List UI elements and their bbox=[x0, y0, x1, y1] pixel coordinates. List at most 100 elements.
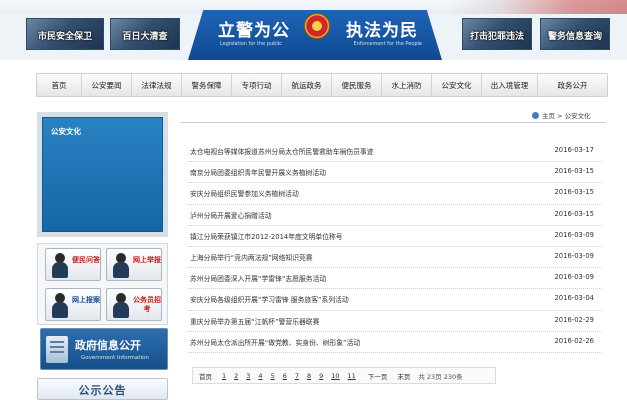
news-date: 2016-03-17 bbox=[554, 146, 594, 154]
pagination-last-link[interactable]: 末页 bbox=[397, 371, 410, 381]
pagination-page-link[interactable]: 9 bbox=[319, 372, 323, 380]
breadcrumb-home[interactable]: 主页 bbox=[542, 112, 555, 120]
nav-item-special-actions[interactable]: 专项行动 bbox=[231, 74, 281, 96]
list-item: 南京分局团委组织青年民警开展义务植树活动 2016-03-15 bbox=[188, 162, 602, 184]
pagination-page-link[interactable]: 7 bbox=[295, 372, 299, 380]
banner-slogan-panel: 立警为公 Legislation for the public 执法为民 Enf… bbox=[188, 10, 442, 60]
news-title-link[interactable]: 镇江分局荣获镇江市2012-2014年度文明单位称号 bbox=[190, 231, 343, 241]
police-figure-icon bbox=[51, 293, 69, 318]
banner-photo-left-1[interactable]: 市民安全保卫 bbox=[26, 18, 104, 50]
police-figure-icon bbox=[112, 253, 130, 278]
police-figure-icon bbox=[51, 253, 69, 278]
document-icon bbox=[46, 336, 68, 363]
nav-item-public-service[interactable]: 便民服务 bbox=[331, 74, 381, 96]
nav-item-laws[interactable]: 法律法规 bbox=[131, 74, 181, 96]
service-label: 便民问答 bbox=[72, 256, 100, 264]
pagination-page-link[interactable]: 4 bbox=[258, 372, 262, 380]
news-title-link[interactable]: 安庆分局各级组织开展“学习雷锋 服务旅客”系列活动 bbox=[190, 294, 349, 304]
pagination-next-link[interactable]: 下一页 bbox=[368, 371, 388, 381]
list-item: 安庆分局组织民警参加义务植树活动 2016-03-15 bbox=[188, 183, 602, 205]
public-notice-header[interactable]: 公示公告 bbox=[37, 378, 168, 400]
slogan-right: 执法为民 bbox=[346, 21, 418, 41]
public-notice-title: 公示公告 bbox=[78, 384, 127, 397]
sidebar-section: 公安文化 bbox=[37, 112, 168, 237]
banner-photo-right-2[interactable]: 警务信息查询 bbox=[540, 18, 610, 50]
news-date: 2016-03-09 bbox=[554, 251, 594, 260]
slogan-left: 立警为公 bbox=[218, 21, 290, 41]
service-recruitment-button[interactable]: 公务员招考 bbox=[106, 288, 162, 321]
banner-photo-caption: 百日大清查 bbox=[122, 32, 168, 42]
pagination-page-link[interactable]: 11 bbox=[348, 372, 356, 380]
news-date: 2016-03-09 bbox=[554, 230, 594, 239]
banner-photo-left-2[interactable]: 百日大清查 bbox=[110, 18, 180, 50]
service-panel: 便民问答 网上举报 网上报案 公务员招考 bbox=[37, 243, 168, 325]
pagination-page-link[interactable]: 5 bbox=[271, 372, 275, 380]
service-label: 网上举报 bbox=[133, 256, 161, 264]
news-list: 太仓电视台等媒体报道苏州分局太仓所民警救助车祸伤员事迹 2016-03-17 南京… bbox=[188, 141, 602, 353]
news-title-link[interactable]: 重庆分局举办第五届“江帆杯”警营乐器联赛 bbox=[190, 316, 319, 326]
banner-photo-caption: 警务信息查询 bbox=[547, 32, 602, 42]
news-title-link[interactable]: 安庆分局组织民警参加义务植树活动 bbox=[190, 188, 299, 198]
gov-info-disclosure-button[interactable]: 政府信息公开 Government Information bbox=[40, 328, 168, 370]
flag-decoration bbox=[447, 0, 627, 14]
list-item: 上海分局举行“竞内两法规”网络知识竞赛 2016-03-09 bbox=[188, 247, 602, 269]
nav-item-water-fire[interactable]: 水上消防 bbox=[381, 74, 431, 96]
list-item: 泸州分局开展爱心捐赠活动 2016-03-15 bbox=[188, 205, 602, 226]
slogan-left-english: Legislation for the public bbox=[220, 41, 282, 47]
pagination-first-link[interactable]: 首页 bbox=[199, 371, 212, 381]
news-date: 2016-02-29 bbox=[554, 315, 594, 324]
news-date: 2016-03-15 bbox=[554, 209, 594, 218]
breadcrumb-current[interactable]: 公安文化 bbox=[565, 112, 591, 120]
pagination-page-link[interactable]: 10 bbox=[331, 372, 339, 380]
banner-photo-caption: 市民安全保卫 bbox=[37, 32, 92, 42]
slogan-right-english: Enforcement for the People bbox=[353, 41, 422, 47]
main-nav: 首页 公安要闻 法律法规 警务保障 专项行动 航运政务 便民服务 水上消防 公安… bbox=[36, 73, 608, 97]
breadcrumb: 主页 > 公安文化 bbox=[532, 110, 591, 120]
nav-item-home[interactable]: 首页 bbox=[37, 74, 81, 96]
sidebar-section-title[interactable]: 公安文化 bbox=[51, 126, 81, 137]
nav-item-immigration[interactable]: 出入境管理 bbox=[481, 74, 537, 96]
pagination-page-link[interactable]: 3 bbox=[246, 372, 250, 380]
pagination: 首页 1 2 3 4 5 6 7 8 9 10 11 下一页 末页 共 23页 … bbox=[192, 367, 496, 384]
service-label: 网上报案 bbox=[72, 296, 100, 304]
news-title-link[interactable]: 泸州分局开展爱心捐赠活动 bbox=[190, 210, 272, 220]
nav-item-gov-disclosure[interactable]: 政务公开 bbox=[537, 74, 607, 96]
content-divider bbox=[180, 122, 606, 123]
news-title-link[interactable]: 南京分局团委组织青年民警开展义务植树活动 bbox=[190, 167, 326, 177]
banner-photo-right-1[interactable]: 打击犯罪违法 bbox=[462, 18, 532, 50]
news-date: 2016-02-26 bbox=[554, 336, 594, 345]
news-title-link[interactable]: 苏州分局太仓派出所开展“做党教、实身份、树形象”活动 bbox=[190, 337, 360, 347]
news-title-link[interactable]: 太仓电视台等媒体报道苏州分局太仓所民警救助车祸伤员事迹 bbox=[190, 146, 374, 156]
list-item: 苏州分局太仓派出所开展“做党教、实身份、树形象”活动 2016-02-26 bbox=[188, 332, 602, 353]
news-title-link[interactable]: 上海分局举行“竞内两法规”网络知识竞赛 bbox=[190, 252, 313, 262]
nav-item-shipping-affairs[interactable]: 航运政务 bbox=[281, 74, 331, 96]
home-icon bbox=[532, 112, 539, 119]
list-item: 重庆分局举办第五届“江帆杯”警营乐器联赛 2016-02-29 bbox=[188, 311, 602, 332]
nav-item-news[interactable]: 公安要闻 bbox=[81, 74, 131, 96]
pagination-page-link[interactable]: 8 bbox=[307, 372, 311, 380]
nav-item-police-culture[interactable]: 公安文化 bbox=[431, 74, 481, 96]
news-date: 2016-03-15 bbox=[554, 167, 594, 176]
service-report-button[interactable]: 网上举报 bbox=[106, 248, 162, 281]
nav-item-support[interactable]: 警务保障 bbox=[181, 74, 231, 96]
site-banner: 市民安全保卫 百日大清查 立警为公 Legislation for the pu… bbox=[0, 0, 627, 60]
breadcrumb-separator: > bbox=[557, 112, 563, 120]
list-item: 安庆分局各级组织开展“学习雷锋 服务旅客”系列活动 2016-03-04 bbox=[188, 289, 602, 311]
list-item: 太仓电视台等媒体报道苏州分局太仓所民警救助车祸伤员事迹 2016-03-17 bbox=[188, 141, 602, 163]
news-date: 2016-03-04 bbox=[554, 294, 594, 303]
service-online-case-button[interactable]: 网上报案 bbox=[45, 288, 101, 321]
sidebar-section-panel: 公安文化 bbox=[42, 117, 163, 232]
police-figure-icon bbox=[112, 293, 130, 318]
pagination-info: 共 23页 230条 bbox=[418, 372, 463, 381]
news-date: 2016-03-09 bbox=[554, 273, 594, 282]
news-title-link[interactable]: 苏州分局团委深入开展“学雷锋”志愿服务活动 bbox=[190, 273, 326, 283]
pagination-page-link[interactable]: 6 bbox=[283, 372, 287, 380]
police-emblem-icon bbox=[304, 13, 330, 39]
service-label: 公务员招考 bbox=[133, 296, 161, 313]
news-date: 2016-03-15 bbox=[554, 188, 594, 197]
list-item: 苏州分局团委深入开展“学雷锋”志愿服务活动 2016-03-09 bbox=[188, 268, 602, 290]
pagination-page-link[interactable]: 1 bbox=[222, 372, 226, 380]
service-qa-button[interactable]: 便民问答 bbox=[45, 248, 101, 281]
pagination-page-link[interactable]: 2 bbox=[234, 372, 238, 380]
banner-photo-caption: 打击犯罪违法 bbox=[469, 32, 524, 42]
